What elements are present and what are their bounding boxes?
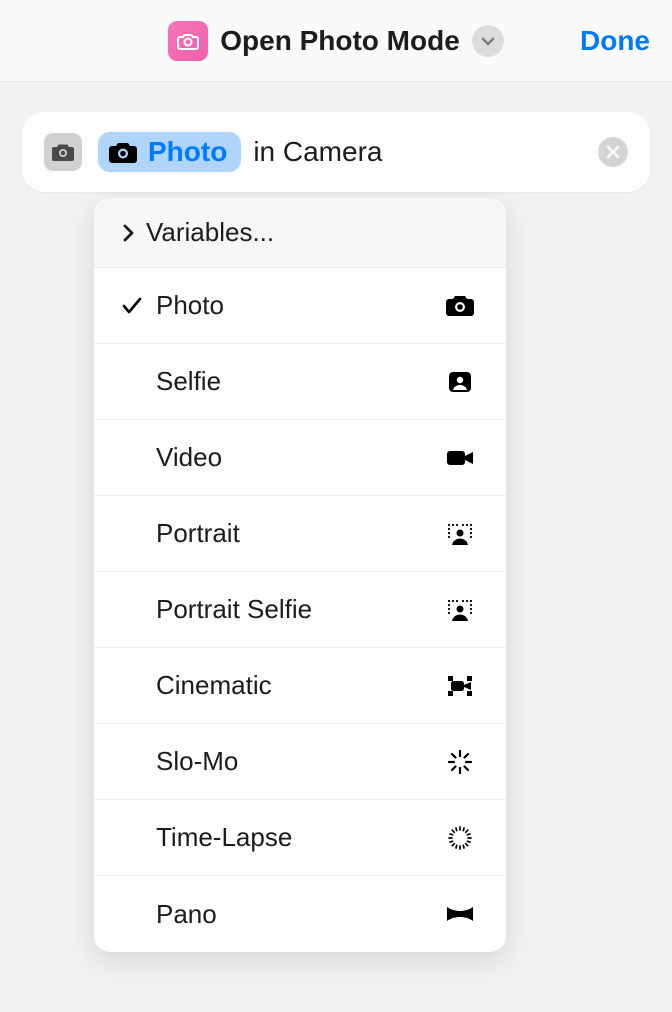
option-pano[interactable]: Pano — [94, 876, 506, 952]
option-label: Cinematic — [156, 670, 442, 701]
mode-dropdown: Variables... Photo Selfie Video Portrait Por… — [94, 198, 506, 952]
option-label: Portrait Selfie — [156, 594, 442, 625]
done-button[interactable]: Done — [580, 25, 650, 57]
variables-label: Variables... — [146, 217, 274, 248]
camera-badge-icon — [44, 133, 82, 171]
camera-icon — [108, 140, 138, 164]
mode-pill-label: Photo — [148, 136, 227, 168]
check-slot — [122, 297, 156, 315]
portrait-icon — [442, 521, 478, 547]
option-label: Time-Lapse — [156, 822, 442, 853]
cinematic-icon — [442, 673, 478, 699]
close-icon — [606, 145, 620, 159]
option-label: Photo — [156, 290, 442, 321]
option-label: Portrait — [156, 518, 442, 549]
chevron-right-icon — [122, 224, 134, 242]
chevron-down-icon — [480, 33, 496, 49]
option-label: Selfie — [156, 366, 442, 397]
option-time-lapse[interactable]: Time-Lapse — [94, 800, 506, 876]
header-title: Open Photo Mode — [220, 25, 460, 57]
mode-parameter-pill[interactable]: Photo — [98, 132, 241, 172]
option-selfie[interactable]: Selfie — [94, 344, 506, 420]
selfie-icon — [442, 369, 478, 395]
option-portrait[interactable]: Portrait — [94, 496, 506, 572]
option-label: Pano — [156, 899, 442, 930]
action-row: Photo in Camera — [22, 112, 650, 192]
content-area: Photo in Camera Variables... Photo Selfie… — [0, 82, 672, 982]
action-suffix-text: in Camera — [253, 136, 382, 168]
slomo-icon — [442, 749, 478, 775]
portrait-icon — [442, 597, 478, 623]
expand-button[interactable] — [472, 25, 504, 57]
pano-icon — [442, 901, 478, 927]
option-photo[interactable]: Photo — [94, 268, 506, 344]
header-bar: Open Photo Mode Done — [0, 0, 672, 82]
variables-row[interactable]: Variables... — [94, 198, 506, 268]
camera-app-icon — [168, 21, 208, 61]
option-video[interactable]: Video — [94, 420, 506, 496]
option-label: Slo-Mo — [156, 746, 442, 777]
clear-button[interactable] — [598, 137, 628, 167]
option-slo-mo[interactable]: Slo-Mo — [94, 724, 506, 800]
option-portrait-selfie[interactable]: Portrait Selfie — [94, 572, 506, 648]
header-center: Open Photo Mode — [168, 21, 504, 61]
video-icon — [442, 445, 478, 471]
checkmark-icon — [122, 297, 142, 315]
timelapse-icon — [442, 825, 478, 851]
camera-icon — [442, 293, 478, 319]
option-label: Video — [156, 442, 442, 473]
option-cinematic[interactable]: Cinematic — [94, 648, 506, 724]
